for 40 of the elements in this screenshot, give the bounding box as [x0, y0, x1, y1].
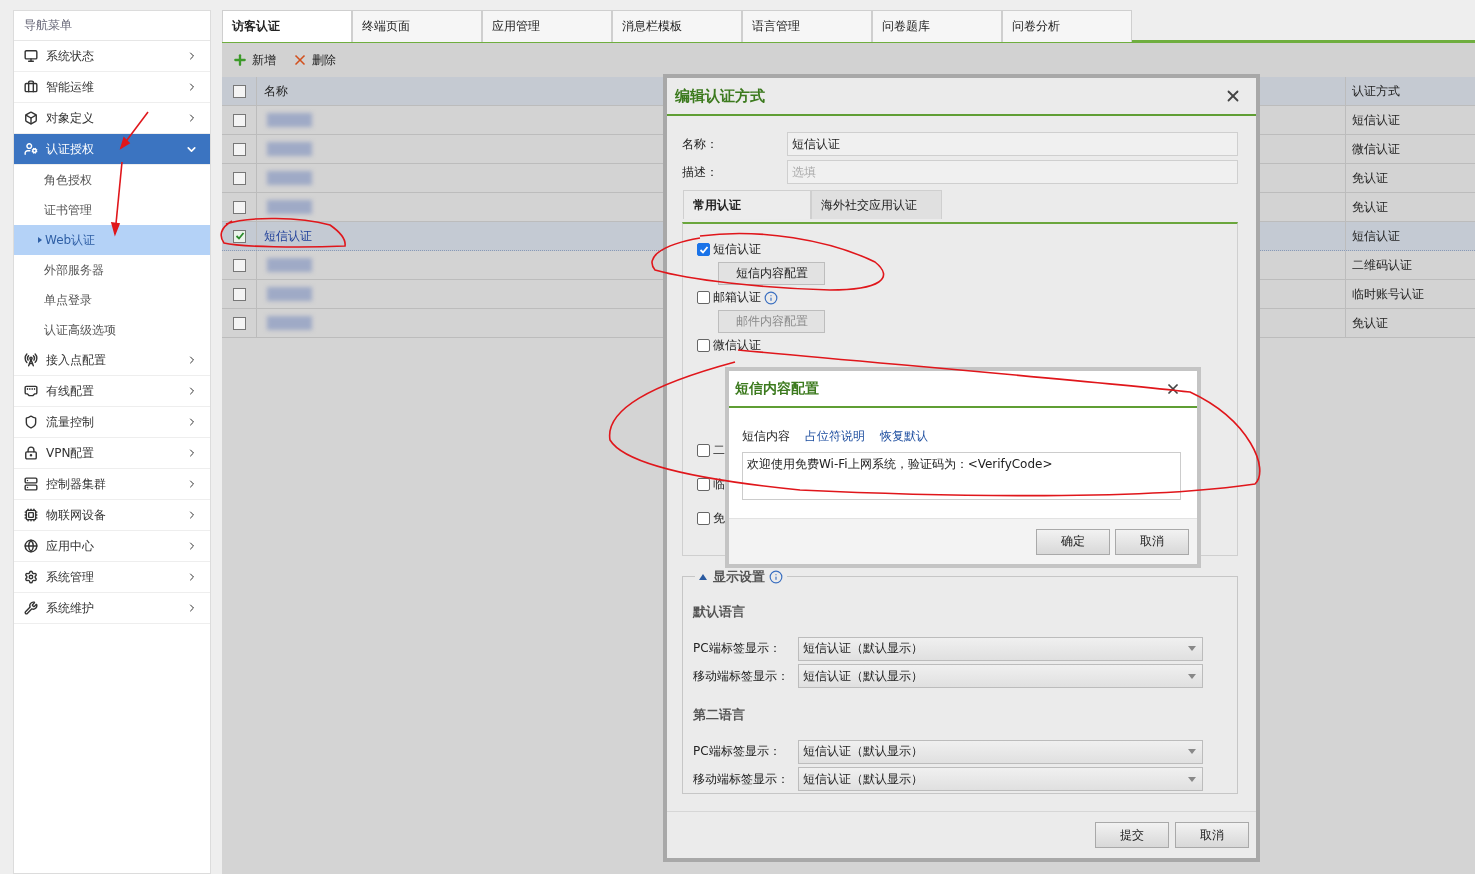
option-label: 短信认证 — [713, 241, 761, 258]
sidebar-label: 系统状态 — [46, 47, 95, 65]
sidebar-label: 认证授权 — [46, 140, 95, 158]
table-cell: 免认证 — [1345, 193, 1475, 221]
field-label: PC端标签显示： — [693, 743, 782, 761]
field-label: PC端标签显示： — [693, 640, 782, 658]
section-title: 第二语言 — [693, 706, 746, 724]
table-cell: 临时账号认证 — [1345, 280, 1475, 308]
sidebar-label: 对象定义 — [46, 109, 95, 127]
sidebar-label: 流量控制 — [46, 413, 95, 431]
column-header: 名称 — [263, 82, 288, 100]
column-header: 认证方式 — [1345, 77, 1475, 105]
table-cell: 微信认证 — [1345, 135, 1475, 163]
option-label: 二 — [713, 442, 725, 459]
table-cell: 短信认证 — [1345, 222, 1475, 250]
sidebar-label: 系统管理 — [46, 568, 95, 586]
field-label: 描述： — [682, 163, 719, 181]
sidebar-label: 物联网设备 — [46, 506, 107, 524]
table-cell-text: 短信认证 — [263, 227, 312, 245]
option-label: 免 — [713, 510, 725, 527]
option-label: 邮箱认证 — [713, 289, 761, 306]
field-label: 短信内容 — [742, 428, 790, 445]
sidebar-label: 智能运维 — [46, 78, 95, 96]
option-label: 微信认证 — [713, 337, 761, 354]
sidebar-label: 系统维护 — [46, 599, 95, 617]
table-cell: 免认证 — [1345, 309, 1475, 337]
table-cell: 二维码认证 — [1345, 251, 1475, 279]
field-label: 移动端标签显示： — [693, 667, 790, 685]
sidebar-label: VPN配置 — [46, 444, 96, 462]
sidebar-label: 有线配置 — [46, 382, 95, 400]
dialog-title: 编辑认证方式 — [675, 86, 765, 106]
sidebar-label: 接入点配置 — [46, 351, 107, 369]
table-cell: 短信认证 — [1345, 106, 1475, 134]
field-label: 移动端标签显示： — [693, 770, 790, 788]
section-title: 默认语言 — [693, 603, 746, 621]
sidebar-label: 控制器集群 — [46, 475, 107, 493]
sidebar-label: 应用中心 — [46, 537, 95, 555]
field-label: 名称： — [682, 135, 719, 153]
table-cell: 免认证 — [1345, 164, 1475, 192]
dialog-title: 短信内容配置 — [735, 379, 819, 398]
